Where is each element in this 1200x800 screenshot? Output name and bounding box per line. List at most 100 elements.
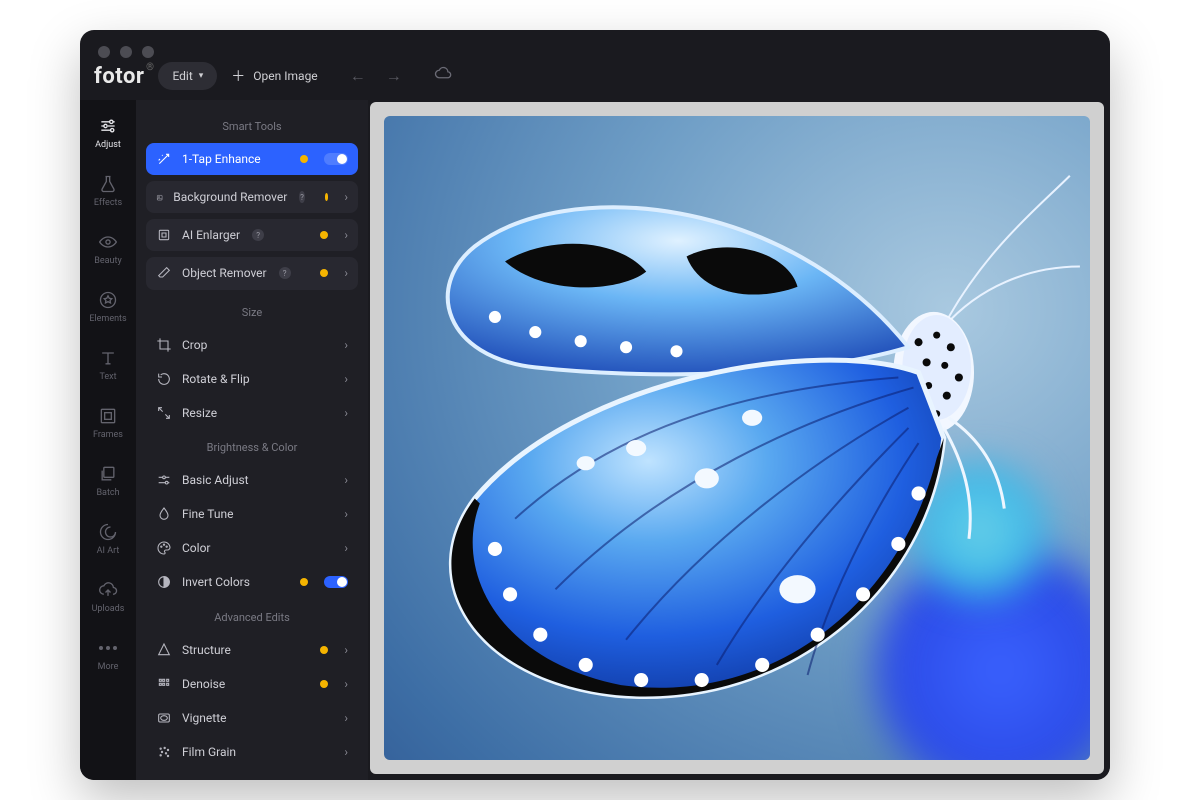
vignette-icon — [156, 710, 172, 726]
rail-item-effects[interactable]: Effects — [80, 164, 136, 218]
tool-label: Background Remover — [173, 190, 287, 204]
chevron-right-icon: › — [344, 372, 348, 386]
grain-icon — [156, 744, 172, 760]
invert-colors-toggle[interactable] — [324, 576, 348, 588]
chevron-right-icon: › — [344, 745, 348, 759]
tool-one-tap-enhance[interactable]: 1-Tap Enhance — [146, 143, 358, 175]
premium-indicator — [320, 269, 328, 277]
chevron-right-icon: › — [344, 266, 348, 280]
tool-label: Structure — [182, 643, 231, 657]
tool-label: Vignette — [182, 711, 227, 725]
palette-icon — [156, 540, 172, 556]
rail-label: Frames — [93, 430, 123, 440]
tool-invert-colors[interactable]: Invert Colors — [146, 566, 358, 598]
rail-label: Effects — [94, 198, 122, 208]
tool-ai-enlarger[interactable]: AI Enlarger ? › — [146, 219, 358, 251]
adjust-panel: Smart Tools 1-Tap Enhance Background Rem… — [136, 100, 368, 780]
tool-vignette[interactable]: Vignette › — [146, 702, 358, 734]
rail-item-elements[interactable]: Elements — [80, 280, 136, 334]
redo-button[interactable]: → — [386, 66, 402, 86]
section-title-advanced: Advanced Edits — [146, 601, 358, 634]
window-titlebar — [80, 30, 1110, 52]
tool-structure[interactable]: Structure › — [146, 634, 358, 666]
info-icon: ? — [279, 267, 291, 279]
bg-remove-icon — [156, 189, 163, 205]
tool-label: AI Enlarger — [182, 228, 240, 242]
invert-icon — [156, 574, 172, 590]
rail-item-batch[interactable]: Batch — [80, 454, 136, 508]
structure-icon — [156, 642, 172, 658]
tool-label: Invert Colors — [182, 575, 250, 589]
window-close-dot[interactable] — [98, 46, 110, 58]
one-tap-enhance-toggle[interactable] — [324, 153, 348, 165]
rail-item-text[interactable]: Text — [80, 338, 136, 392]
rail-label: More — [98, 662, 119, 672]
chevron-right-icon: › — [344, 507, 348, 521]
section-title-brightness-color: Brightness & Color — [146, 431, 358, 464]
tool-label: Object Remover — [182, 266, 267, 280]
rail-item-ai-art[interactable]: AI Art — [80, 512, 136, 566]
rail-item-uploads[interactable]: Uploads — [80, 570, 136, 624]
tool-label: 1-Tap Enhance — [182, 152, 261, 166]
eraser-icon — [156, 265, 172, 281]
tool-label: Crop — [182, 338, 207, 352]
rail-label: Adjust — [95, 140, 121, 150]
tool-object-remover[interactable]: Object Remover ? › — [146, 257, 358, 289]
tool-basic-adjust[interactable]: Basic Adjust › — [146, 464, 358, 496]
history-nav: ← → — [350, 66, 402, 86]
canvas-image[interactable] — [384, 116, 1090, 760]
wand-icon — [156, 151, 172, 167]
tool-fine-tune[interactable]: Fine Tune › — [146, 498, 358, 530]
tool-film-grain[interactable]: Film Grain › — [146, 736, 358, 768]
premium-indicator — [320, 231, 328, 239]
star-circle-icon — [98, 290, 118, 310]
rail-item-adjust[interactable]: Adjust — [80, 106, 136, 160]
window-minimize-dot[interactable] — [120, 46, 132, 58]
app-logo: fotor® — [94, 64, 144, 89]
tool-crop[interactable]: Crop › — [146, 329, 358, 361]
tool-color[interactable]: Color › — [146, 532, 358, 564]
rail-label: Batch — [96, 488, 119, 498]
chevron-right-icon: › — [344, 338, 348, 352]
more-icon — [98, 638, 118, 658]
cloud-sync-button[interactable] — [434, 65, 452, 87]
text-icon — [98, 348, 118, 368]
info-icon: ? — [299, 191, 304, 203]
premium-indicator — [320, 646, 328, 654]
premium-indicator — [300, 155, 308, 163]
chevron-right-icon: › — [344, 228, 348, 242]
rail-item-frames[interactable]: Frames — [80, 396, 136, 450]
chevron-right-icon: › — [344, 473, 348, 487]
flask-icon — [98, 174, 118, 194]
chevron-down-icon: ▾ — [199, 71, 204, 81]
open-image-button[interactable]: ＋ Open Image — [231, 66, 317, 86]
open-image-label: Open Image — [253, 69, 317, 83]
edit-dropdown[interactable]: Edit ▾ — [158, 62, 217, 90]
premium-indicator — [325, 193, 329, 201]
undo-button[interactable]: ← — [350, 66, 366, 86]
topbar: fotor® Edit ▾ ＋ Open Image ← → — [80, 52, 1110, 100]
eye-icon — [98, 232, 118, 252]
tool-resize[interactable]: Resize › — [146, 397, 358, 429]
trademark-icon: ® — [146, 62, 154, 73]
tool-label: Rotate & Flip — [182, 372, 250, 386]
tool-background-remover[interactable]: Background Remover ? › — [146, 181, 358, 213]
tool-label: Basic Adjust — [182, 473, 249, 487]
canvas-mat — [370, 102, 1104, 774]
canvas-area — [368, 100, 1110, 780]
droplet-icon — [156, 506, 172, 522]
tool-rotate-flip[interactable]: Rotate & Flip › — [146, 363, 358, 395]
chevron-right-icon: › — [344, 677, 348, 691]
ai-spiral-icon — [98, 522, 118, 542]
window-maximize-dot[interactable] — [142, 46, 154, 58]
tool-label: Denoise — [182, 677, 225, 691]
section-title-size: Size — [146, 296, 358, 329]
chevron-right-icon: › — [344, 643, 348, 657]
tool-denoise[interactable]: Denoise › — [146, 668, 358, 700]
rail-item-more[interactable]: More — [80, 628, 136, 682]
premium-indicator — [320, 680, 328, 688]
rail-item-beauty[interactable]: Beauty — [80, 222, 136, 276]
chevron-right-icon: › — [344, 406, 348, 420]
frame-icon — [98, 406, 118, 426]
equalizer-icon — [156, 472, 172, 488]
